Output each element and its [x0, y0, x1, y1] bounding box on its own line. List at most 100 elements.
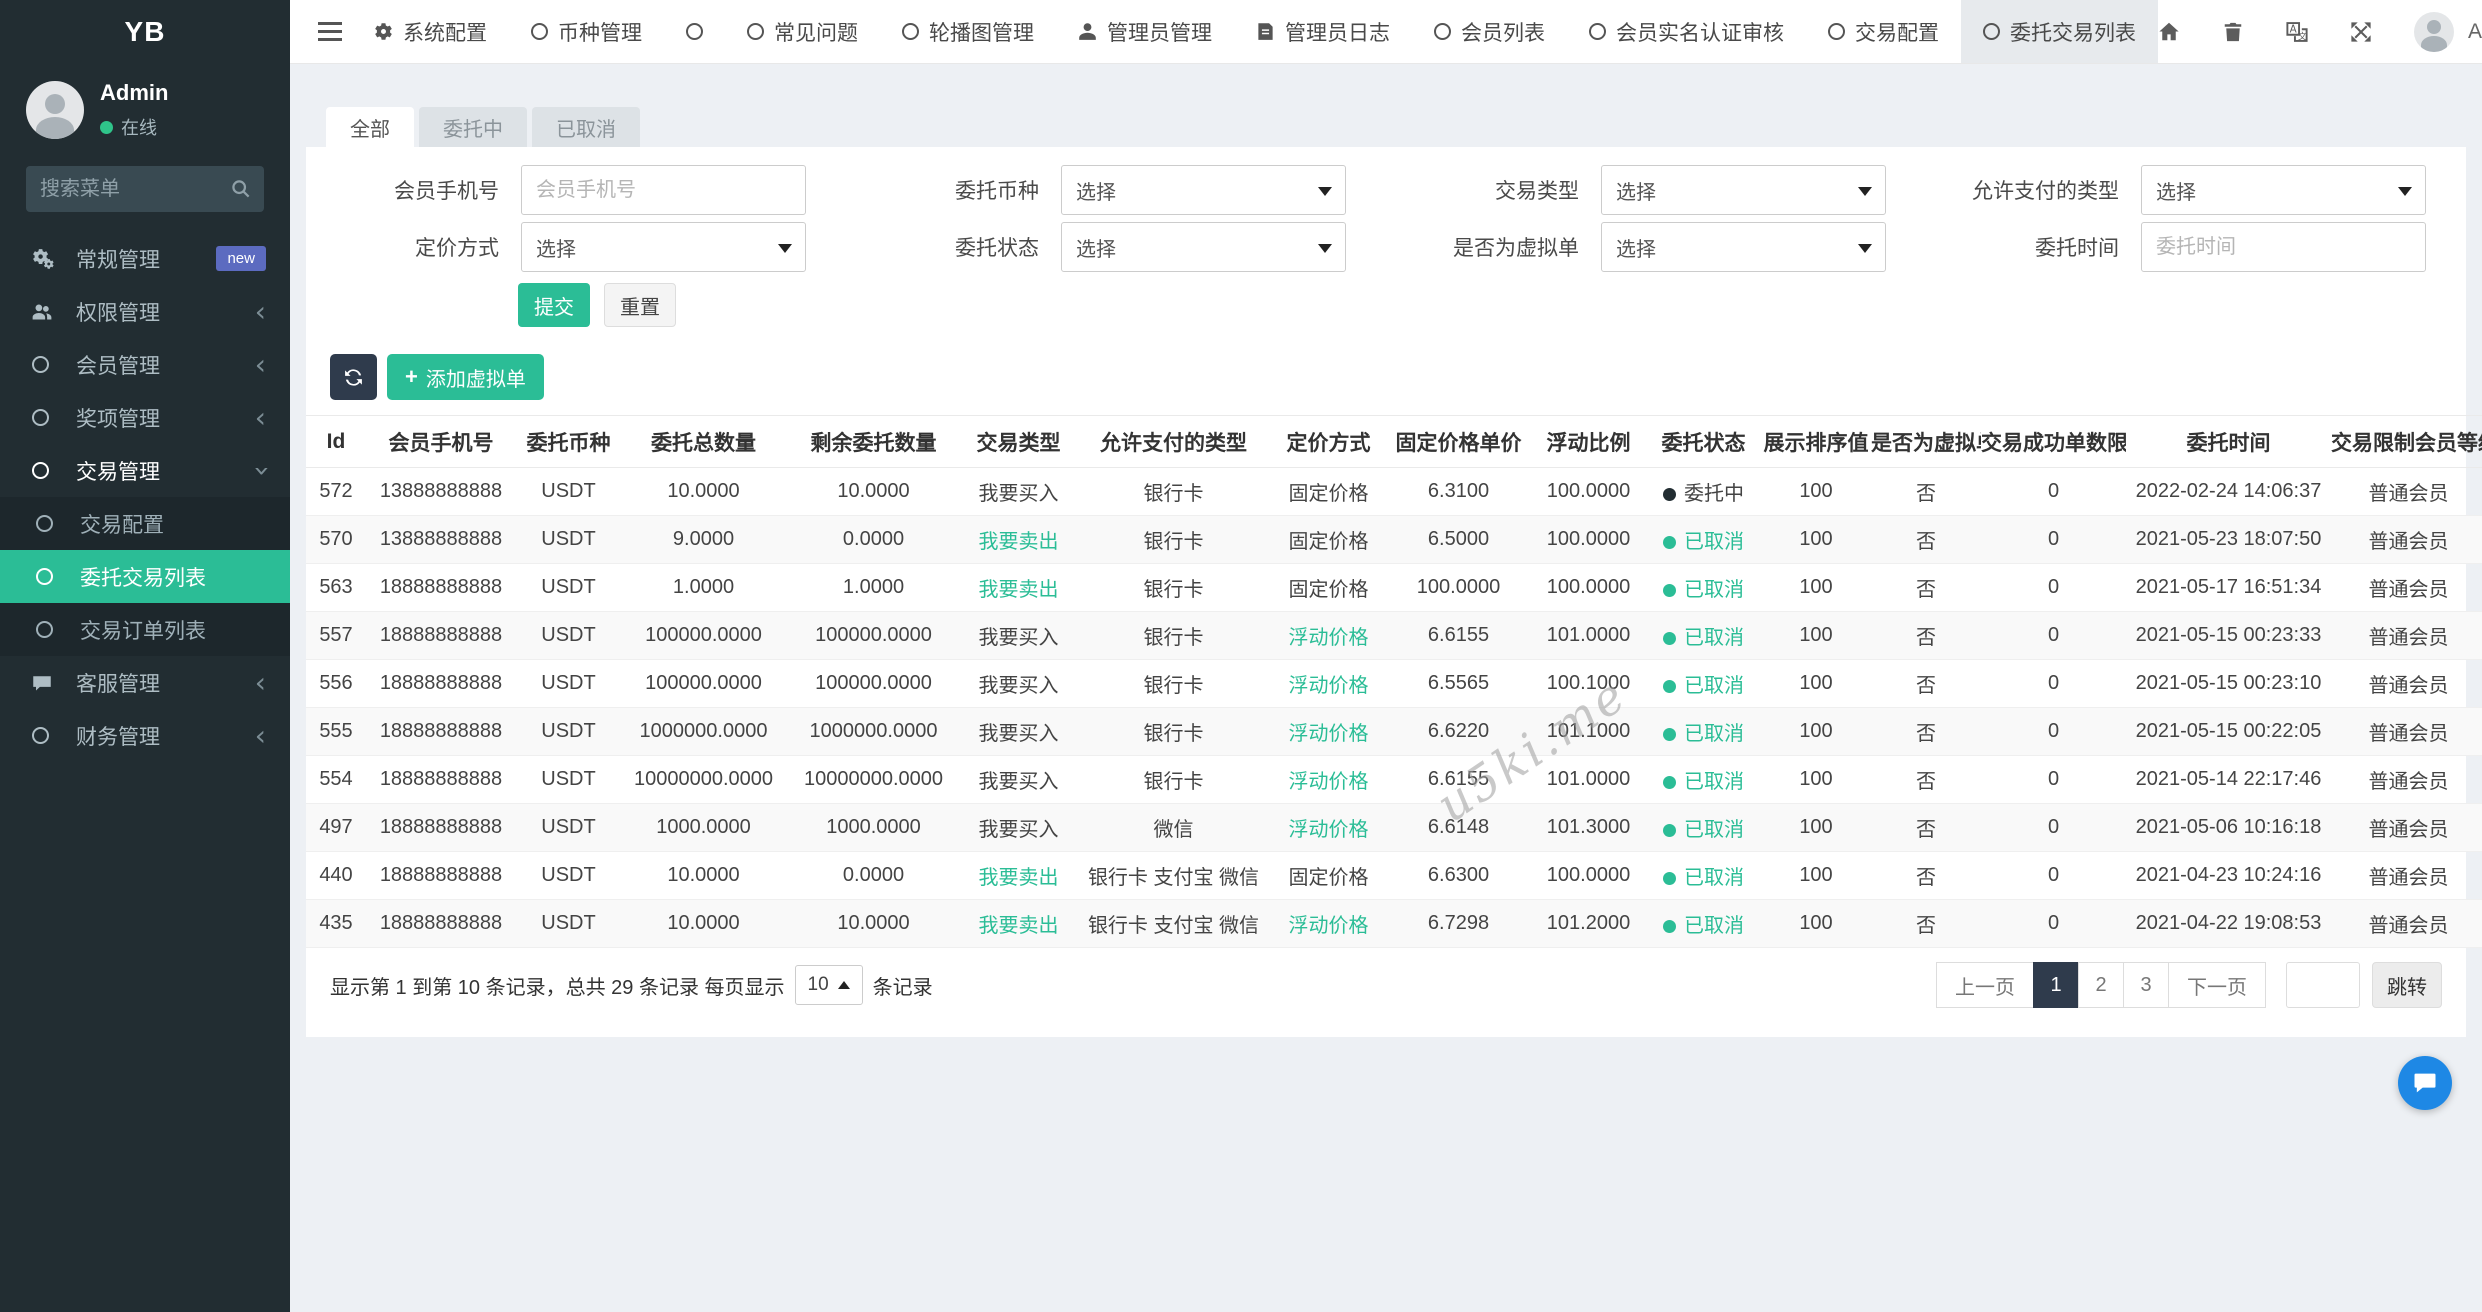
circle-icon — [1828, 23, 1845, 40]
topnav-tab-币种管理[interactable]: 币种管理 — [509, 0, 664, 63]
submit-button[interactable]: 提交 — [518, 283, 590, 327]
filter-field: 是否为虚拟单选择 — [1386, 222, 1926, 272]
circle-icon — [36, 568, 68, 585]
row-phone: 18888888888 — [366, 660, 516, 708]
topnav-tab-管理员管理[interactable]: 管理员管理 — [1056, 0, 1234, 63]
filter-select-定价方式[interactable]: 选择 — [521, 222, 806, 272]
row-trade-type: 我要买入 — [961, 756, 1076, 804]
filter-field: 委托时间 — [1926, 222, 2466, 272]
sidebar-subitem-交易订单列表[interactable]: 交易订单列表 — [0, 603, 290, 656]
sidebar-item-label: 交易管理 — [76, 456, 160, 486]
sidebar-item-会员管理[interactable]: 会员管理‹ — [0, 338, 290, 391]
table-row: 44018888888888USDT10.00000.0000我要卖出银行卡 支… — [306, 852, 2482, 900]
column-header-14: 委托时间 — [2126, 416, 2331, 468]
column-header-7: 定价方式 — [1271, 416, 1386, 468]
translate-icon[interactable]: A文 — [2286, 21, 2308, 43]
tab-已取消[interactable]: 已取消 — [532, 107, 640, 147]
sidebar-item-客服管理[interactable]: 客服管理‹ — [0, 656, 290, 709]
row-ratio: 101.0000 — [1531, 612, 1646, 660]
row-id: 572 — [306, 468, 366, 516]
topnav-tab-label: 常见问题 — [774, 17, 858, 47]
sidebar-item-交易管理[interactable]: 交易管理 ‹ — [0, 444, 290, 497]
topnav-tab-blank[interactable] — [664, 0, 725, 63]
filter-input-会员手机号[interactable] — [536, 179, 791, 202]
avatar — [26, 81, 84, 139]
sidebar-item-财务管理[interactable]: 财务管理‹ — [0, 709, 290, 762]
topnav-tab-会员列表[interactable]: 会员列表 — [1412, 0, 1567, 63]
topnav-tab-轮播图管理[interactable]: 轮播图管理 — [880, 0, 1056, 63]
row-pay-types: 微信 — [1076, 804, 1271, 852]
row-id: 497 — [306, 804, 366, 852]
chat-widget-button[interactable] — [2398, 1056, 2452, 1110]
row-ratio: 100.0000 — [1531, 564, 1646, 612]
next-page-button[interactable]: 下一页 — [2168, 962, 2266, 1008]
row-virtual: 否 — [1871, 468, 1981, 516]
column-header-5: 交易类型 — [961, 416, 1076, 468]
row-sort: 100 — [1761, 756, 1871, 804]
caret-down-icon — [1858, 187, 1872, 196]
sidebar-item-常规管理[interactable]: 常规管理new — [0, 232, 290, 285]
topnav-tab-常见问题[interactable]: 常见问题 — [725, 0, 880, 63]
user-menu[interactable]: Admin — [2414, 12, 2482, 52]
row-pricing: 浮动价格 — [1271, 804, 1386, 852]
topnav-tab-委托交易列表[interactable]: 委托交易列表 — [1961, 0, 2158, 63]
status-dot-icon — [1663, 680, 1676, 693]
refresh-button[interactable] — [330, 354, 377, 400]
hamburger-menu-icon[interactable] — [308, 0, 352, 63]
topnav-tab-管理员日志[interactable]: 管理员日志 — [1234, 0, 1412, 63]
filter-select-是否为虚拟单[interactable]: 选择 — [1601, 222, 1886, 272]
row-trade-type: 我要买入 — [961, 612, 1076, 660]
sidebar-item-label: 权限管理 — [76, 297, 160, 327]
row-grade: 普通会员 — [2331, 804, 2482, 852]
sidebar-subitem-委托交易列表[interactable]: 委托交易列表 — [0, 550, 290, 603]
row-total: 1000000.0000 — [621, 708, 786, 756]
filter-input-委托时间[interactable] — [2156, 236, 2411, 259]
filter-select-委托状态[interactable]: 选择 — [1061, 222, 1346, 272]
row-success-limit: 0 — [1981, 660, 2126, 708]
filter-select-委托币种[interactable]: 选择 — [1061, 165, 1346, 215]
tab-全部[interactable]: 全部 — [326, 107, 414, 147]
page-size-dropdown[interactable]: 10 — [795, 965, 863, 1005]
filter-select-交易类型[interactable]: 选择 — [1601, 165, 1886, 215]
chevron-down-icon: ‹ — [246, 465, 274, 476]
topnav-tab-交易配置[interactable]: 交易配置 — [1806, 0, 1961, 63]
sidebar-subitem-交易配置[interactable]: 交易配置 — [0, 497, 290, 550]
sidebar-item-奖项管理[interactable]: 奖项管理‹ — [0, 391, 290, 444]
jump-page-input[interactable] — [2286, 962, 2360, 1008]
page-button-1[interactable]: 1 — [2033, 962, 2079, 1008]
topnav-tab-系统配置[interactable]: 系统配置 — [352, 0, 509, 63]
tab-委托中[interactable]: 委托中 — [419, 107, 527, 147]
row-id: 563 — [306, 564, 366, 612]
column-header-4: 剩余委托数量 — [786, 416, 961, 468]
trash-icon[interactable] — [2222, 21, 2244, 43]
topnav-tab-会员实名认证审核[interactable]: 会员实名认证审核 — [1567, 0, 1806, 63]
search-input[interactable] — [26, 166, 264, 212]
row-ratio: 101.0000 — [1531, 756, 1646, 804]
sidebar-item-权限管理[interactable]: 权限管理‹ — [0, 285, 290, 338]
column-header-6: 允许支付的类型 — [1076, 416, 1271, 468]
add-virtual-order-button[interactable]: + 添加虚拟单 — [387, 354, 544, 400]
home-icon[interactable] — [2158, 21, 2180, 43]
chevron-left-icon: ‹ — [255, 722, 266, 750]
topnav-tab-label: 会员列表 — [1461, 17, 1545, 47]
circle-icon — [747, 23, 764, 40]
filter-select-允许支付的类型[interactable]: 选择 — [2141, 165, 2426, 215]
row-pricing: 浮动价格 — [1271, 612, 1386, 660]
row-sort: 100 — [1761, 900, 1871, 948]
row-id: 555 — [306, 708, 366, 756]
row-virtual: 否 — [1871, 804, 1981, 852]
row-coin: USDT — [516, 516, 621, 564]
row-id: 440 — [306, 852, 366, 900]
row-price: 6.6148 — [1386, 804, 1531, 852]
column-header-11: 展示排序值 — [1761, 416, 1871, 468]
page-button-2[interactable]: 2 — [2078, 962, 2124, 1008]
fullscreen-icon[interactable] — [2350, 21, 2372, 43]
jump-button[interactable]: 跳转 — [2372, 962, 2442, 1008]
avatar — [2414, 12, 2454, 52]
reset-button[interactable]: 重置 — [604, 283, 676, 327]
page-button-3[interactable]: 3 — [2123, 962, 2169, 1008]
prev-page-button[interactable]: 上一页 — [1936, 962, 2034, 1008]
status-dot-icon — [1663, 632, 1676, 645]
filter-label: 会员手机号 — [306, 175, 521, 205]
pagination-summary-suffix: 条记录 — [873, 971, 933, 1000]
